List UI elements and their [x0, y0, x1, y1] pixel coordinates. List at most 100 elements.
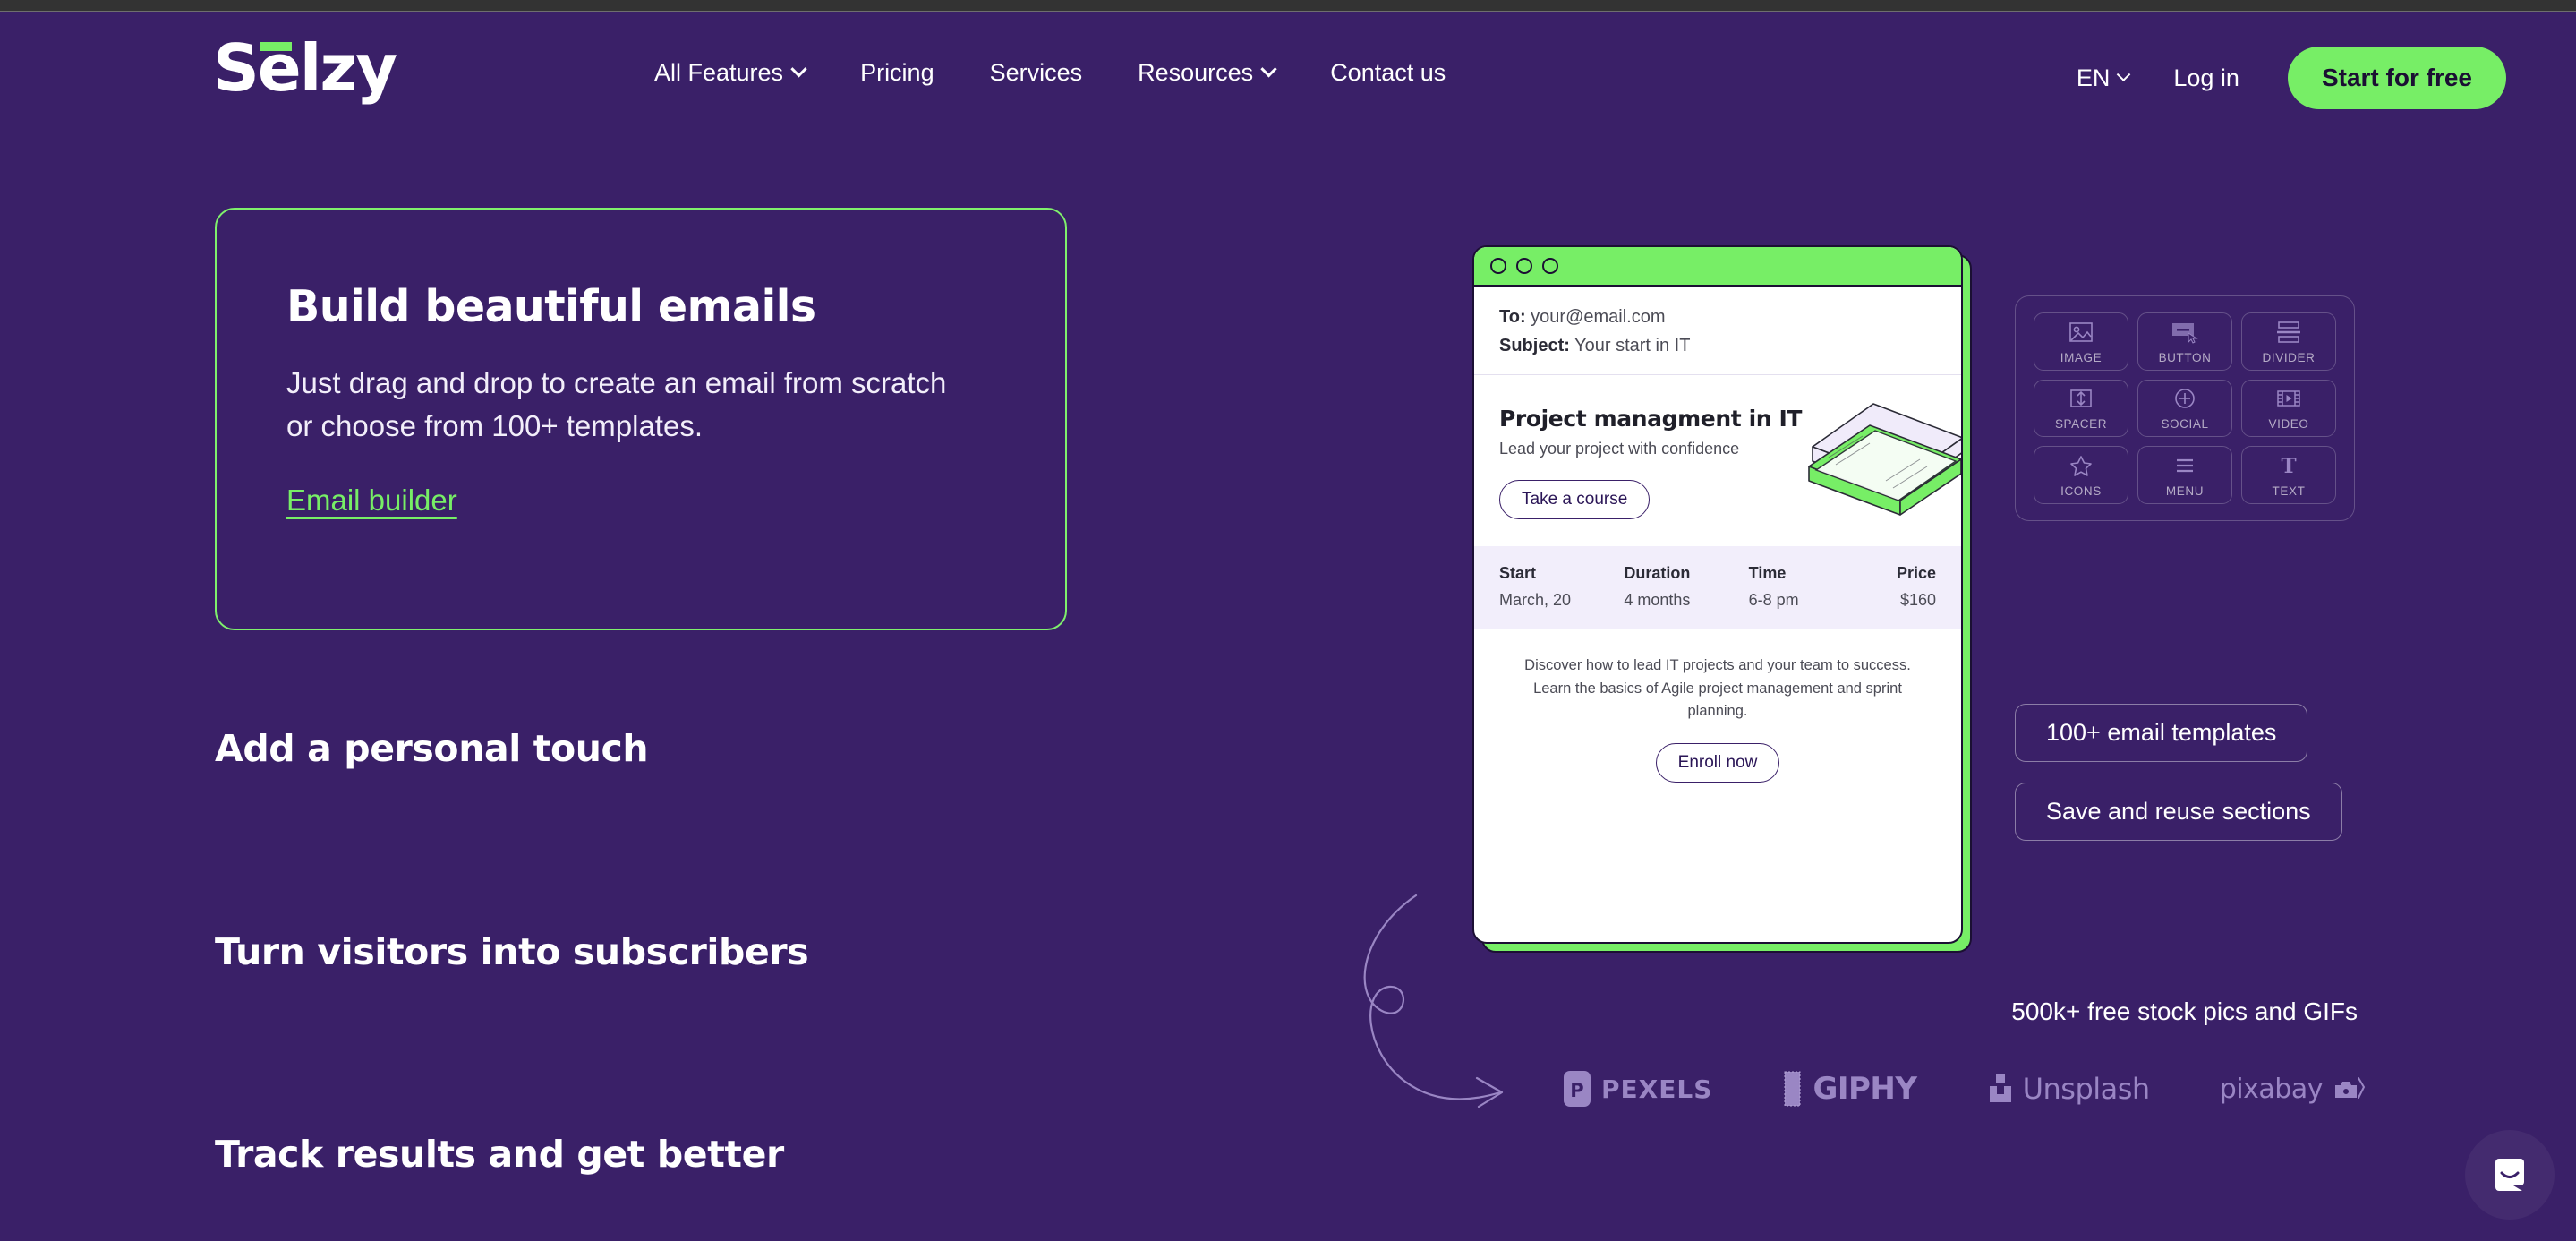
block-tile-label: DIVIDER [2262, 350, 2316, 364]
feature-card-body: Just drag and drop to create an email fr… [286, 366, 947, 442]
site-header: Selzy All Features Pricing Services Reso… [0, 13, 2576, 149]
block-tile-label: SOCIAL [2161, 417, 2209, 432]
logo-macron-accent [260, 42, 292, 51]
accordion-item-personal-touch[interactable]: Add a personal touch [215, 727, 649, 770]
block-tile-label: MENU [2165, 484, 2205, 499]
email-hero-title: Project managment in IT [1499, 406, 1802, 432]
stock-logo-pexels[interactable]: P PEXELS [1562, 1069, 1712, 1108]
spacer-icon [2064, 385, 2098, 412]
nav-item-resources[interactable]: Resources [1110, 59, 1302, 87]
features-accordion: Build beautiful emails Just drag and dro… [215, 208, 1074, 1176]
unsplash-mark-icon [1989, 1074, 2011, 1102]
take-a-course-button[interactable]: Take a course [1499, 480, 1651, 519]
email-subject-label: Subject: [1499, 336, 1570, 355]
email-templates-button[interactable]: 100+ email templates [2015, 704, 2308, 762]
table-header-row: Start Duration Time Price [1499, 564, 1936, 591]
stock-caption: 500k+ free stock pics and GIFs [2011, 997, 2358, 1025]
stock-logo-label: PEXELS [1601, 1074, 1713, 1104]
nav-item-services[interactable]: Services [962, 59, 1111, 87]
nav-label: Contact us [1330, 59, 1446, 86]
chevron-down-icon [1260, 61, 1277, 78]
chat-bubble-icon [2495, 1159, 2524, 1191]
block-tile-label: ICONS [2060, 484, 2102, 499]
button-icon [2168, 319, 2202, 346]
email-to-label: To: [1499, 307, 1526, 327]
block-tile-menu[interactable]: MENU [2137, 446, 2232, 504]
star-icon [2064, 452, 2098, 479]
chevron-down-icon [2117, 66, 2131, 81]
nav-label: Services [989, 59, 1083, 86]
nav-item-pricing[interactable]: Pricing [832, 59, 962, 87]
block-tile-button[interactable]: BUTTON [2137, 312, 2232, 371]
block-tile-icons[interactable]: ICONS [2034, 446, 2128, 504]
table-value-duration: 4 months [1624, 591, 1691, 609]
email-footer-block: Discover how to lead IT projects and you… [1474, 629, 1961, 942]
stock-logo-pixabay[interactable]: pixabay [2220, 1074, 2367, 1105]
window-dot-icon [1490, 258, 1506, 274]
video-icon [2272, 385, 2306, 412]
accordion-item-visitors-subscribers[interactable]: Turn visitors into subscribers [215, 930, 809, 973]
email-subject-row: Subject: Your start in IT [1499, 331, 1936, 360]
start-for-free-button[interactable]: Start for free [2287, 47, 2506, 109]
header-right-group: EN Log in Start for free [2057, 47, 2506, 109]
block-tile-label: IMAGE [2060, 350, 2103, 364]
language-selector[interactable]: EN [2057, 64, 2149, 92]
email-footer-text: Discover how to lead IT projects and you… [1524, 657, 1911, 720]
block-tile-divider[interactable]: DIVIDER [2241, 312, 2336, 371]
block-tile-label: BUTTON [2158, 350, 2212, 364]
text-icon: T [2272, 452, 2306, 479]
divider-icon [2272, 319, 2306, 346]
email-to-value: your@email.com [1531, 307, 1666, 327]
email-hero-subtitle: Lead your project with confidence [1499, 440, 1740, 458]
nav-label: All Features [654, 59, 784, 86]
block-tile-image[interactable]: IMAGE [2034, 312, 2128, 371]
stock-logo-label: pixabay [2219, 1073, 2324, 1105]
table-header-start: Start [1499, 564, 1537, 582]
accordion-item-track-results[interactable]: Track results and get better [215, 1133, 784, 1176]
camera-icon [2334, 1077, 2366, 1099]
stock-logo-label: Unsplash [2022, 1072, 2151, 1106]
stock-provider-logos: P PEXELS GIPHY Unsplash pixabay [1562, 1063, 2367, 1115]
block-tile-social[interactable]: SOCIAL [2137, 379, 2232, 438]
page-root: Selzy All Features Pricing Services Reso… [0, 13, 2576, 1241]
email-builder-link[interactable]: Email builder [286, 484, 457, 518]
nav-item-contact-us[interactable]: Contact us [1302, 59, 1473, 87]
content-blocks-panel: IMAGE BUTTON DIVIDER SPACER SOCIAL VIDEO… [2015, 295, 2355, 521]
email-preview-window: To: your@email.com Subject: Your start i… [1472, 245, 1972, 953]
table-value-start: March, 20 [1499, 591, 1572, 609]
block-tile-label: VIDEO [2268, 417, 2309, 432]
table-header-price: Price [1896, 564, 1936, 582]
chat-widget-button[interactable] [2465, 1130, 2555, 1220]
social-plus-icon [2168, 385, 2202, 412]
enroll-now-button[interactable]: Enroll now [1655, 742, 1780, 783]
nav-item-all-features[interactable]: All Features [627, 59, 832, 87]
email-course-details-table: Start Duration Time Price March, 20 4 mo… [1474, 546, 1961, 629]
logo-text: Selzy [213, 30, 397, 106]
image-icon [2064, 319, 2098, 346]
block-tile-video[interactable]: VIDEO [2241, 379, 2336, 438]
email-subject-value: Your start in IT [1574, 336, 1691, 355]
email-window-titlebar [1474, 247, 1961, 287]
window-dot-icon [1542, 258, 1558, 274]
block-tile-label: SPACER [2054, 417, 2108, 432]
stock-logo-label: GIPHY [1813, 1071, 1917, 1107]
stock-logo-giphy[interactable]: GIPHY [1782, 1069, 1917, 1108]
window-dot-icon [1516, 258, 1532, 274]
svg-text:T: T [2281, 454, 2296, 477]
language-value: EN [2076, 64, 2111, 91]
table-header-time: Time [1748, 564, 1787, 582]
save-reuse-sections-button[interactable]: Save and reuse sections [2015, 783, 2342, 841]
email-hero-block: Project managment in IT Lead your projec… [1474, 375, 1961, 546]
login-link[interactable]: Log in [2148, 64, 2265, 92]
email-window-body: To: your@email.com Subject: Your start i… [1472, 245, 1963, 944]
block-tile-spacer[interactable]: SPACER [2034, 379, 2128, 438]
stock-logo-unsplash[interactable]: Unsplash [1987, 1071, 2150, 1107]
brand-logo[interactable]: Selzy [213, 36, 397, 100]
nav-label: Resources [1138, 59, 1254, 86]
table-value-price: $160 [1899, 591, 1936, 609]
feature-card-title: Build beautiful emails [286, 281, 816, 332]
block-tile-label: TEXT [2272, 484, 2306, 499]
block-tile-text[interactable]: T TEXT [2241, 446, 2336, 504]
giphy-mark-icon [1784, 1071, 1801, 1107]
chevron-down-icon [790, 61, 807, 78]
